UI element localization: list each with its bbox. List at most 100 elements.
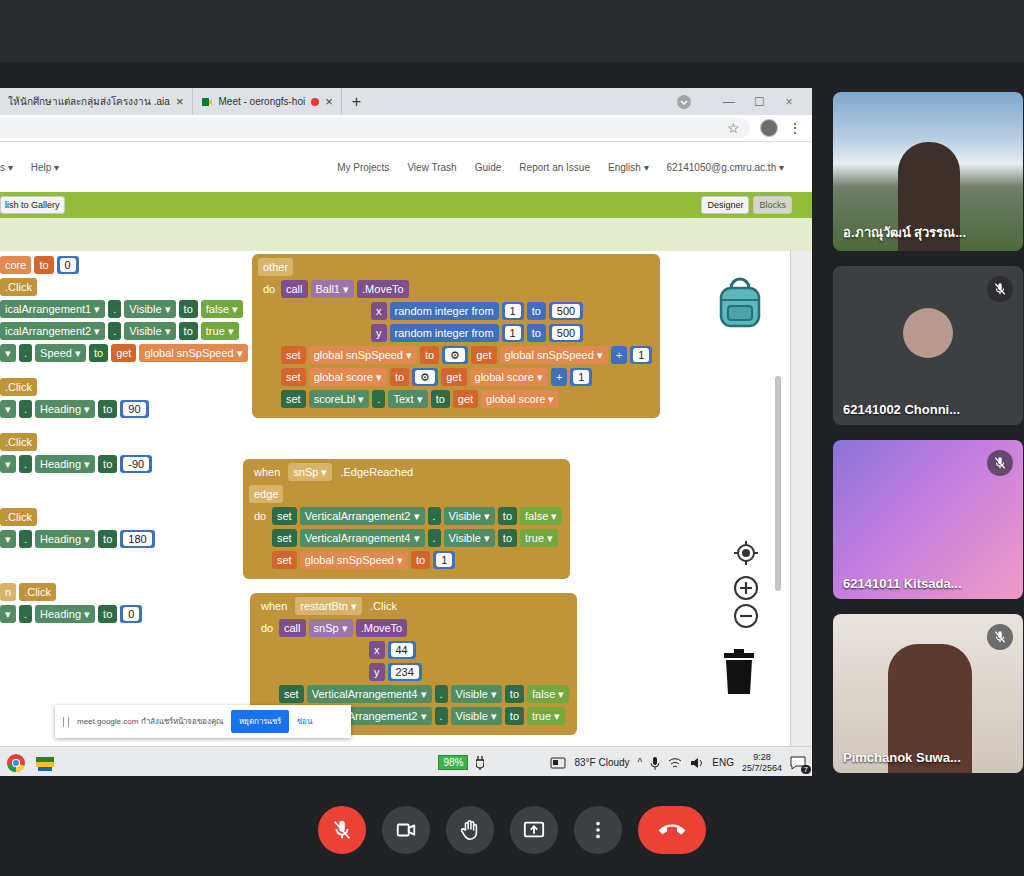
participant-tile[interactable]: Pimchanok Suwa... (833, 614, 1023, 773)
block-row[interactable]: xrandom integer from1to500 (258, 302, 652, 320)
block-global[interactable]: set (281, 346, 306, 364)
block-row[interactable]: do callsnSp ▾.MoveTo (256, 619, 569, 637)
block-set[interactable]: . (435, 707, 448, 725)
workspace-scrollbar[interactable] (775, 376, 781, 591)
tab-close-button[interactable]: × (325, 94, 333, 109)
block-call[interactable]: call (279, 619, 306, 637)
block-math[interactable]: to (527, 324, 546, 342)
block-set-field[interactable]: VerticalArrangement2 ▾ (300, 507, 425, 525)
block-group[interactable]: .Click ▾.Heading ▾to90 (0, 378, 149, 418)
block-set-field[interactable]: icalArrangement1 ▾ (0, 300, 105, 318)
block-group[interactable]: whensnSp ▾.EdgeReachededgedo setVertical… (243, 459, 570, 579)
block-call[interactable]: y (369, 663, 385, 681)
block-set-field[interactable]: Heading ▾ (35, 455, 95, 473)
block-event[interactable]: .Click (0, 508, 37, 526)
block-get[interactable]: get (471, 346, 496, 364)
notification-center-button[interactable]: 7 (790, 756, 806, 770)
block-group[interactable]: n.Click ▾.Heading ▾to0 (0, 583, 142, 623)
recenter-icon[interactable] (733, 540, 759, 566)
menu-item[interactable]: My Projects (337, 162, 389, 173)
block-global-field[interactable]: global snSpSpeed ▾ (309, 346, 417, 364)
block-get[interactable]: get (453, 390, 478, 408)
block-row[interactable]: edge (249, 485, 562, 503)
block-set-field[interactable]: Heading ▾ (35, 530, 95, 548)
block-global-field[interactable]: global score ▾ (309, 368, 387, 386)
number-block[interactable]: 1 (502, 324, 524, 342)
block-set[interactable]: . (428, 529, 441, 547)
hangup-button[interactable] (638, 806, 706, 854)
block-math[interactable]: random integer from (390, 302, 499, 320)
block-set-field[interactable]: ▾ (0, 344, 16, 362)
block-row[interactable]: other (258, 258, 652, 276)
block-event[interactable]: do (256, 619, 278, 637)
block-call[interactable]: y (371, 324, 387, 342)
block-row[interactable]: .Click (0, 278, 248, 296)
number-block[interactable]: 1 (570, 368, 592, 386)
backpack-icon[interactable] (713, 276, 767, 330)
menu-item[interactable]: s ▾ (0, 162, 13, 173)
block-set-field[interactable]: icalArrangement2 ▾ (0, 322, 105, 340)
block-event[interactable]: .Click (19, 583, 56, 601)
block-event[interactable]: .Click (0, 378, 37, 396)
block-get-field[interactable]: global snSpSpeed ▾ (500, 346, 608, 364)
block-set[interactable]: . (19, 400, 32, 418)
block-row[interactable]: do callBall1 ▾.MoveTo (258, 280, 652, 298)
block-event[interactable]: do (249, 507, 271, 525)
block-event[interactable]: .Click (0, 278, 37, 296)
block-group[interactable]: .Click ▾.Heading ▾to180 (0, 508, 155, 548)
number-block[interactable]: 90 (120, 400, 148, 418)
participant-tile[interactable]: 62141002 Chonni... (833, 266, 1023, 425)
block-global[interactable]: set (281, 368, 306, 386)
new-tab-button[interactable]: + (342, 93, 371, 111)
tab-search-icon[interactable] (676, 94, 692, 110)
block-event-field[interactable]: n (0, 583, 16, 601)
block-set[interactable]: to (89, 344, 108, 362)
number-block[interactable]: 1 (630, 346, 652, 364)
block-set-field[interactable]: Visible ▾ (444, 507, 495, 525)
menu-item[interactable]: Guide (475, 162, 502, 173)
block-set-field[interactable]: Visible ▾ (451, 685, 502, 703)
block-group[interactable]: .Click ▾.Heading ▾to-90 (0, 433, 152, 473)
more-button[interactable] (574, 806, 622, 854)
block-set-field[interactable]: Visible ▾ (444, 529, 495, 547)
block-global[interactable]: to (34, 256, 53, 274)
block-set-field[interactable]: scoreLbl ▾ (309, 390, 370, 408)
block-call[interactable]: call (281, 280, 308, 298)
block-event-field[interactable]: snSp ▾ (288, 463, 332, 481)
number-block[interactable]: 180 (120, 530, 154, 548)
block-set-field[interactable]: Speed ▾ (35, 344, 86, 362)
block-math[interactable]: + (551, 368, 567, 386)
block-global[interactable]: to (420, 346, 439, 364)
block-set[interactable]: . (19, 530, 32, 548)
block-event[interactable]: .Click (365, 597, 402, 615)
block-set[interactable]: . (108, 322, 121, 340)
participant-tile[interactable]: อ.ภาณุวัฒน์ สุวรรณ... (833, 92, 1023, 251)
block-row[interactable]: ▾.Speed ▾togetglobal snSpSpeed ▾ (0, 344, 248, 362)
block-set[interactable]: to (98, 455, 117, 473)
block-row[interactable]: icalArrangement1 ▾.Visible ▾tofalse ▾ (0, 300, 248, 318)
browser-menu-button[interactable]: ⋮ (788, 120, 802, 136)
block-set-field[interactable]: Visible ▾ (124, 322, 175, 340)
block-row[interactable]: do setVerticalArrangement2 ▾.Visible ▾to… (249, 507, 562, 525)
block-logic[interactable]: true ▾ (520, 529, 558, 547)
drag-handle-icon[interactable] (63, 717, 69, 727)
block-get-field[interactable]: global snSpSpeed ▾ (139, 344, 247, 362)
block-set[interactable]: set (272, 529, 297, 547)
block-row[interactable]: setVerticalArrangement4 ▾.Visible ▾totru… (249, 529, 562, 547)
block-row[interactable]: setglobal snSpSpeed ▾to1 (249, 551, 562, 569)
block-row[interactable]: coreto0 (0, 256, 248, 274)
block-set-field[interactable]: Visible ▾ (451, 707, 502, 725)
present-button[interactable] (510, 806, 558, 854)
number-block[interactable]: 234 (388, 663, 422, 681)
block-get-field[interactable]: global score ▾ (470, 368, 548, 386)
block-set-field[interactable]: Visible ▾ (124, 300, 175, 318)
block-logic[interactable]: false ▾ (201, 300, 243, 318)
block-call[interactable]: .MoveTo (357, 280, 409, 298)
participant-tile[interactable]: 62141011 Kitsada... (833, 440, 1023, 599)
block-row[interactable]: ▾.Heading ▾to-90 (0, 455, 152, 473)
gear-block[interactable]: ⚙ (442, 346, 468, 364)
tab-close-button[interactable]: × (176, 94, 184, 109)
block-group[interactable]: other do callBall1 ▾.MoveTo xrandom integ… (252, 254, 660, 418)
block-event[interactable]: when (249, 463, 285, 481)
block-set[interactable]: . (435, 685, 448, 703)
